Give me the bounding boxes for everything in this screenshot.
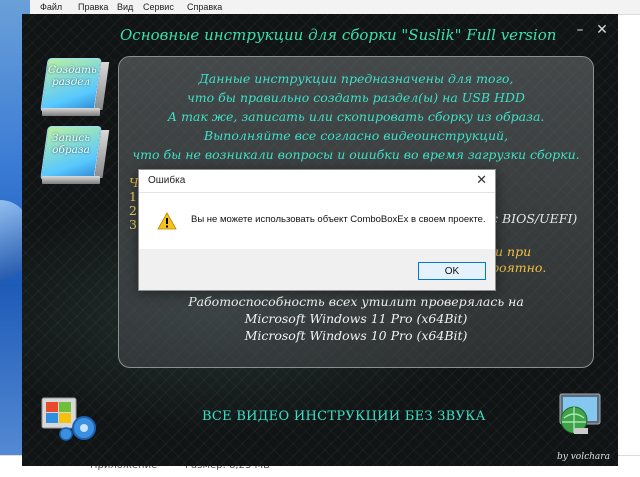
app-title: Основные инструкции для сборки "Suslik" … [120, 26, 557, 44]
menu-help[interactable]: Справка [187, 0, 222, 14]
menu-tools[interactable]: Сервис [143, 0, 174, 14]
error-message: Вы не можете использовать объект ComboBo… [191, 214, 486, 225]
ok-button[interactable]: OK [418, 262, 486, 280]
write-image-label: Запись образа [52, 132, 90, 156]
note-fragment-2: роятно. [491, 260, 547, 275]
author-byline: by volchara [557, 452, 610, 462]
create-partition-button[interactable]: Создать раздел [40, 54, 102, 116]
no-sound-notice: ВСЕ ВИДЕО ИНСТРУКЦИИ БЕЗ ЗВУКА [202, 409, 486, 424]
explorer-menubar: Файл Правка Вид Сервис Справка [30, 0, 640, 15]
menu-view[interactable]: Вид [117, 0, 133, 14]
close-icon[interactable]: ✕ [594, 22, 610, 38]
dialog-title: Ошибка [148, 175, 186, 186]
instructions-text: Данные инструкции предназначены для того… [132, 71, 580, 162]
note-fragment-1: и при [495, 244, 532, 259]
create-partition-label: Создать раздел [48, 64, 97, 88]
minimize-icon[interactable]: – [572, 22, 588, 38]
close-icon[interactable]: ✕ [476, 172, 487, 188]
warning-icon [157, 212, 177, 230]
tested-on-text: Работоспособность всех утилит проверялас… [188, 294, 524, 343]
bios-uefi-fragment: с BIOS/UEFI) [491, 211, 578, 226]
error-dialog: Ошибка ✕ Вы не можете использовать объек… [138, 169, 496, 291]
dialog-titlebar: Ошибка ✕ [139, 170, 495, 193]
windows-settings-icon[interactable] [38, 390, 100, 444]
dialog-body: Вы не можете использовать объект ComboBo… [139, 193, 495, 249]
write-image-button[interactable]: Запись образа [40, 122, 102, 184]
menu-file[interactable]: Файл [40, 0, 62, 14]
network-globe-icon[interactable] [550, 388, 608, 440]
menu-edit[interactable]: Правка [78, 0, 108, 14]
